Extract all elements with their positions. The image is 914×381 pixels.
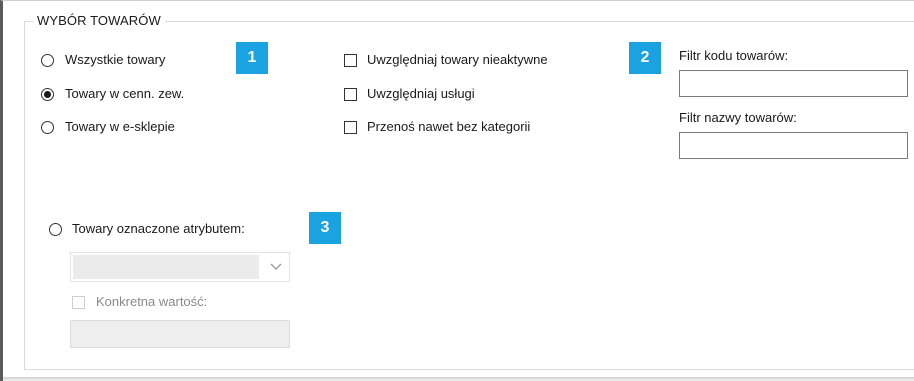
checkbox-move-without-category[interactable] [344,121,357,134]
callout-badge-1: 1 [236,42,268,74]
code-filter-label: Filtr kodu towarów: [679,48,789,63]
radio-external-pricelist[interactable] [41,88,54,101]
checkbox-include-inactive[interactable] [344,54,357,67]
callout-badge-3: 3 [309,212,341,244]
callout-badge-2: 2 [629,42,661,74]
name-filter-label: Filtr nazwy towarów: [679,110,797,125]
checkbox-move-without-category-label[interactable]: Przenoś nawet bez kategorii [367,119,530,134]
group-title: WYBÓR TOWARÓW [33,13,165,28]
radio-eshop-products[interactable] [41,121,54,134]
radio-all-products[interactable] [41,54,54,67]
name-filter-input[interactable] [679,132,908,159]
radio-eshop-products-label[interactable]: Towary w e-sklepie [65,119,175,134]
checkbox-include-services[interactable] [344,88,357,101]
checkbox-specific-value-label[interactable]: Konkretna wartość: [96,294,207,309]
radio-external-pricelist-label[interactable]: Towary w cenn. zew. [65,86,184,101]
attribute-select-value [73,255,259,279]
specific-value-input[interactable] [70,320,290,348]
checkbox-include-inactive-label[interactable]: Uwzględniaj towary nieaktywne [367,52,548,67]
chevron-down-icon [270,263,282,270]
radio-all-products-label[interactable]: Wszystkie towary [65,52,165,67]
radio-attribute-products[interactable] [49,223,62,236]
checkbox-include-services-label[interactable]: Uwzględniaj usługi [367,86,475,101]
code-filter-input[interactable] [679,70,908,97]
dialog-frame: WYBÓR TOWARÓW Wszystkie towary Towary w … [0,0,914,381]
attribute-select[interactable] [70,252,290,282]
checkbox-specific-value[interactable] [72,296,85,309]
radio-attribute-products-label[interactable]: Towary oznaczone atrybutem: [72,221,245,236]
